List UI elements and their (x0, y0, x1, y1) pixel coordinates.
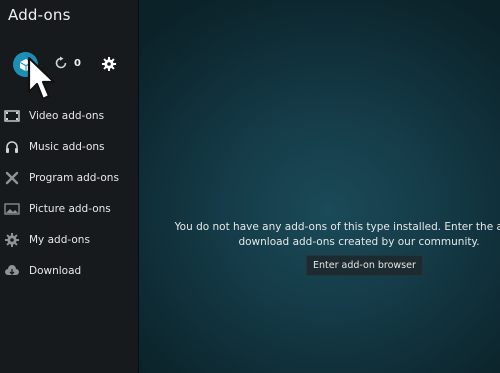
picture-icon (4, 201, 20, 217)
page-title: Add-ons (8, 6, 71, 24)
gear-icon (4, 232, 20, 248)
sidebar-item-my-addons[interactable]: My add-ons (0, 224, 139, 255)
film-icon (4, 108, 20, 124)
sidebar-item-label: Program add-ons (29, 171, 119, 184)
message-line-1: You do not have any add-ons of this type… (174, 221, 500, 233)
message-line-2: download add-ons created by our communit… (238, 236, 480, 248)
sidebar-item-label: Picture add-ons (29, 202, 111, 215)
update-count: 0 (74, 57, 81, 69)
sidebar-item-label: Video add-ons (29, 109, 105, 122)
empty-state-message: You do not have any add-ons of this type… (159, 220, 500, 250)
sidebar-item-label: Download (29, 264, 82, 277)
sidebar-menu: Video add-ons Music add-ons Program add-… (0, 100, 139, 286)
headphones-icon (4, 139, 20, 155)
sidebar: Add-ons 0 Video add-ons Music add-ons Pr… (0, 0, 139, 373)
sidebar-item-picture[interactable]: Picture add-ons (0, 193, 139, 224)
mouse-pointer-icon (27, 56, 56, 101)
toolbar: 0 (0, 50, 139, 78)
sidebar-item-label: Music add-ons (29, 140, 105, 153)
cloud-download-icon (4, 263, 20, 279)
main-panel: You do not have any add-ons of this type… (139, 0, 500, 373)
settings-button[interactable] (102, 56, 116, 71)
sidebar-item-label: My add-ons (29, 233, 90, 246)
sidebar-item-program[interactable]: Program add-ons (0, 162, 139, 193)
tools-icon (4, 170, 20, 186)
enter-addon-browser-button[interactable]: Enter add-on browser (306, 255, 423, 276)
sidebar-item-music[interactable]: Music add-ons (0, 131, 139, 162)
gear-icon (102, 57, 116, 71)
sidebar-item-video[interactable]: Video add-ons (0, 100, 139, 131)
sidebar-item-download[interactable]: Download (0, 255, 139, 286)
